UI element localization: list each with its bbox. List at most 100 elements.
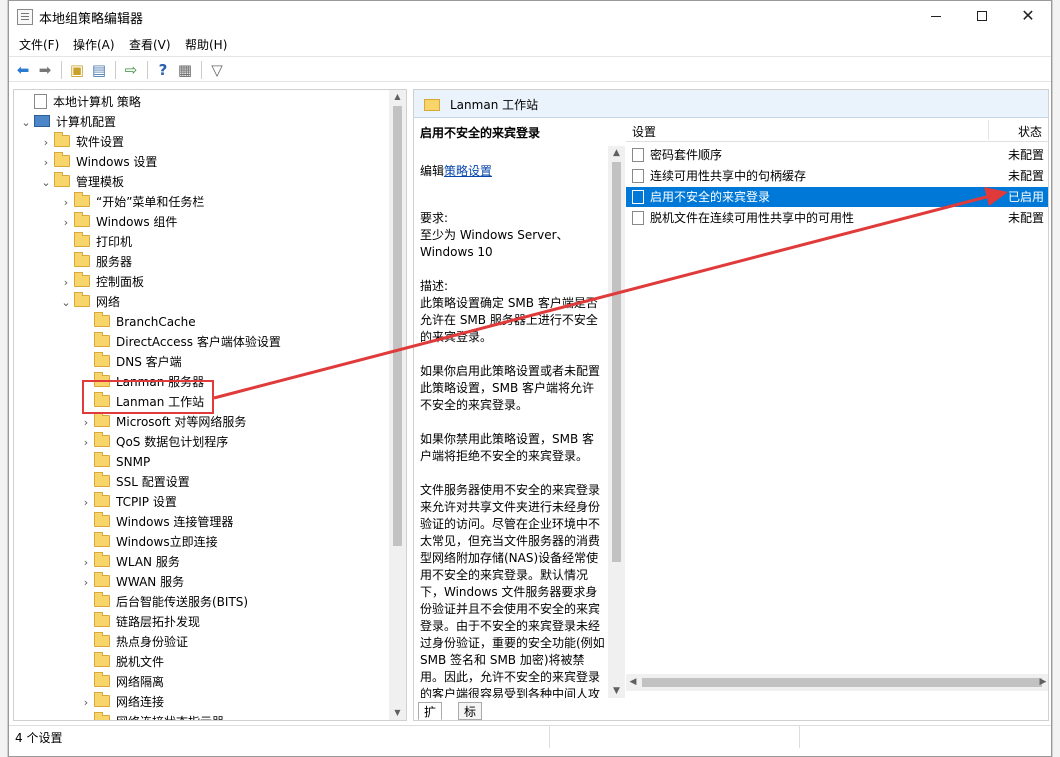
- tree-item[interactable]: 链路层拓扑发现: [78, 612, 200, 632]
- folder-icon: [54, 132, 70, 147]
- tree-item[interactable]: ⌄ 计算机配置: [18, 112, 116, 132]
- chevron-right-icon[interactable]: ›: [58, 193, 74, 213]
- menu-action[interactable]: 操作(A): [73, 36, 115, 53]
- chevron-right-icon[interactable]: ›: [78, 693, 94, 713]
- title-bar[interactable]: 本地组策略编辑器 ✕: [9, 1, 1051, 33]
- back-arrow-icon[interactable]: ⬅: [13, 60, 33, 80]
- tree-item[interactable]: BranchCache: [78, 312, 196, 332]
- forward-arrow-icon[interactable]: ➡: [35, 60, 55, 80]
- tree-item[interactable]: › “开始”菜单和任务栏: [58, 192, 204, 212]
- chevron-right-icon[interactable]: ›: [58, 213, 74, 233]
- show-hide-tree-icon[interactable]: ▤: [89, 60, 109, 80]
- scroll-down-icon[interactable]: ▼: [389, 706, 406, 720]
- tree-item[interactable]: 网络连接状态指示器: [78, 712, 224, 720]
- tree-item-label: DNS 客户端: [116, 355, 182, 369]
- filter-icon[interactable]: ▽: [207, 60, 227, 80]
- chevron-right-icon[interactable]: ›: [78, 493, 94, 513]
- tab-extended[interactable]: 扩展: [418, 702, 443, 720]
- scroll-up-icon[interactable]: ▲: [389, 90, 406, 104]
- status-divider: [549, 726, 550, 748]
- tree-item[interactable]: › WLAN 服务: [78, 552, 180, 572]
- tree-item[interactable]: 后台智能传送服务(BITS): [78, 592, 248, 612]
- description-scroll-thumb[interactable]: [612, 162, 621, 562]
- tree-item[interactable]: › TCPIP 设置: [78, 492, 177, 512]
- properties-icon[interactable]: ▦: [175, 60, 195, 80]
- column-divider[interactable]: [988, 120, 989, 140]
- menu-bar: 文件(F) 操作(A) 查看(V) 帮助(H): [9, 33, 1051, 55]
- tab-standard[interactable]: 标准: [458, 702, 483, 720]
- tree-item[interactable]: DirectAccess 客户端体验设置: [78, 332, 281, 352]
- folder-icon: [94, 692, 110, 707]
- scroll-down-icon[interactable]: ▼: [608, 684, 625, 698]
- toolbar-separator: [201, 61, 202, 79]
- tree-item-label: “开始”菜单和任务栏: [96, 195, 205, 209]
- setting-row[interactable]: 启用不安全的来宾登录 已启用: [626, 187, 1048, 207]
- chevron-right-icon[interactable]: ›: [38, 153, 54, 173]
- chevron-right-icon[interactable]: ›: [78, 413, 94, 433]
- chevron-right-icon[interactable]: ›: [78, 573, 94, 593]
- tree-item[interactable]: 本地计算机 策略: [18, 92, 141, 112]
- tree-item[interactable]: › 软件设置: [38, 132, 124, 152]
- maximize-icon: [977, 11, 987, 21]
- menu-view[interactable]: 查看(V): [129, 36, 171, 53]
- tree-item[interactable]: › Microsoft 对等网络服务: [78, 412, 246, 432]
- list-hscrollbar[interactable]: ◀ ▶: [626, 674, 1048, 691]
- folder-icon: [94, 412, 110, 427]
- tree-item[interactable]: › 控制面板: [58, 272, 144, 292]
- setting-row[interactable]: 连续可用性共享中的句柄缓存 未配置: [626, 166, 1048, 186]
- setting-row[interactable]: 密码套件顺序 未配置: [626, 145, 1048, 165]
- tree-scrollbar[interactable]: ▲ ▼: [389, 90, 406, 720]
- tree-item[interactable]: › QoS 数据包计划程序: [78, 432, 228, 452]
- edit-policy-link[interactable]: 策略设置: [444, 164, 492, 178]
- tree-item-label: Windows 设置: [76, 155, 158, 169]
- folder-icon: [74, 272, 90, 287]
- tree-item[interactable]: › Windows 设置: [38, 152, 157, 172]
- tree-item-label: WLAN 服务: [116, 555, 180, 569]
- tree-scroll-thumb[interactable]: [393, 106, 402, 546]
- tree-item[interactable]: SSL 配置设置: [78, 472, 190, 492]
- menu-help[interactable]: 帮助(H): [185, 36, 227, 53]
- setting-name: 脱机文件在连续可用性共享中的可用性: [650, 211, 855, 225]
- setting-name: 密码套件顺序: [650, 148, 723, 162]
- help-icon[interactable]: ?: [153, 60, 173, 80]
- column-state[interactable]: 状态: [1018, 123, 1042, 140]
- chevron-right-icon[interactable]: ›: [58, 273, 74, 293]
- tree-item[interactable]: 服务器: [58, 252, 132, 272]
- maximize-button[interactable]: [959, 1, 1005, 31]
- close-button[interactable]: ✕: [1005, 1, 1051, 31]
- menu-file[interactable]: 文件(F): [19, 36, 59, 53]
- tree-item[interactable]: › Windows 组件: [58, 212, 177, 232]
- tree-item[interactable]: › 网络连接: [78, 692, 164, 712]
- tree-item-label: SSL 配置设置: [116, 475, 190, 489]
- description-scrollbar[interactable]: ▲ ▼: [608, 146, 625, 698]
- chevron-right-icon[interactable]: ›: [78, 553, 94, 573]
- tree-item[interactable]: 热点身份验证: [78, 632, 188, 652]
- tree-item[interactable]: DNS 客户端: [78, 352, 182, 372]
- scroll-up-icon[interactable]: ▲: [608, 146, 625, 160]
- scroll-left-icon[interactable]: ◀: [626, 674, 640, 691]
- tree-item[interactable]: 脱机文件: [78, 652, 164, 672]
- tree-item[interactable]: 打印机: [58, 232, 132, 252]
- folder-icon: [74, 292, 90, 307]
- setting-state: 未配置: [1007, 169, 1044, 183]
- chevron-down-icon[interactable]: ⌄: [58, 293, 74, 313]
- tree-item[interactable]: Windows 连接管理器: [78, 512, 233, 532]
- tree-item[interactable]: Windows立即连接: [78, 532, 218, 552]
- tree-item[interactable]: 网络隔离: [78, 672, 164, 692]
- chevron-down-icon[interactable]: ⌄: [18, 113, 34, 133]
- minimize-button[interactable]: [913, 1, 959, 31]
- tree-item[interactable]: ⌄ 管理模板: [38, 172, 124, 192]
- tree-item[interactable]: SNMP: [78, 452, 150, 472]
- scroll-right-icon[interactable]: ▶: [1036, 674, 1048, 691]
- up-folder-icon[interactable]: ▣: [67, 60, 87, 80]
- tree-item[interactable]: › WWAN 服务: [78, 572, 184, 592]
- tree-item-label: TCPIP 设置: [116, 495, 177, 509]
- chevron-right-icon[interactable]: ›: [38, 133, 54, 153]
- export-list-icon[interactable]: ⇨: [121, 60, 141, 80]
- setting-row[interactable]: 脱机文件在连续可用性共享中的可用性 未配置: [626, 208, 1048, 228]
- list-hscroll-thumb[interactable]: [642, 678, 1042, 687]
- chevron-right-icon[interactable]: ›: [78, 433, 94, 453]
- tree-item[interactable]: ⌄ 网络: [58, 292, 120, 312]
- chevron-down-icon[interactable]: ⌄: [38, 173, 54, 193]
- column-setting[interactable]: 设置: [632, 123, 656, 140]
